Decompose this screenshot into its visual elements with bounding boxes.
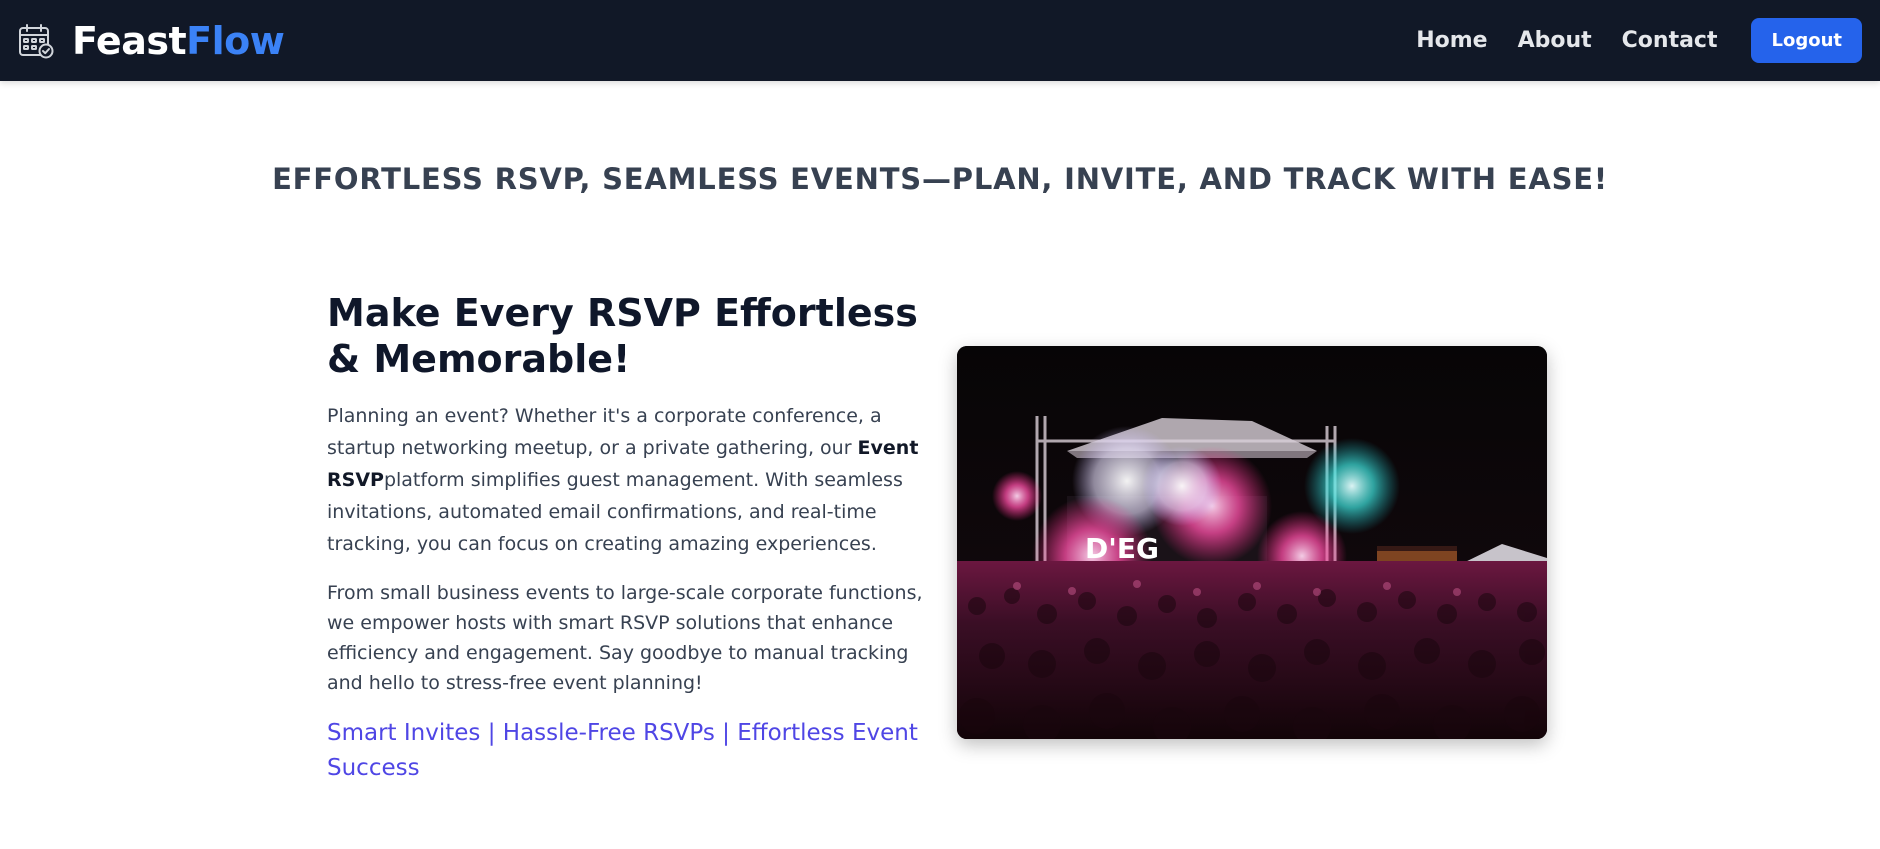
logout-button[interactable]: Logout (1751, 18, 1862, 63)
nav-contact-link[interactable]: Contact (1622, 28, 1718, 53)
secondary-paragraph: From small business events to large-scal… (327, 582, 923, 694)
concert-crowd-image: D'EG (957, 346, 1547, 739)
stage-sign: D'EG (1085, 532, 1159, 565)
intro-text-before: Planning an event? Whether it's a corpor… (327, 405, 882, 459)
calendar-check-icon (18, 23, 54, 59)
nav-home-link[interactable]: Home (1416, 28, 1487, 53)
page-headline: Make Every RSVP Effortless & Memorable! (327, 291, 918, 381)
navbar: FeastFlow Home About Contact Logout (0, 0, 1880, 81)
intro-paragraph: Planning an event? Whether it's a corpor… (327, 400, 927, 560)
brand-name-part1: Feast (72, 18, 187, 63)
feature-highlights: Smart Invites | Hassle-Free RSVPs | Effo… (327, 720, 918, 781)
intro-text-after: platform simplifies guest management. Wi… (327, 469, 903, 555)
brand-name: FeastFlow (72, 18, 285, 63)
brand[interactable]: FeastFlow (18, 0, 285, 81)
brand-name-part2: Flow (186, 18, 285, 63)
nav-about-link[interactable]: About (1518, 28, 1592, 53)
intro-section: Make Every RSVP Effortless & Memorable! … (327, 290, 927, 786)
main-nav: Home About Contact Logout (1416, 0, 1862, 81)
tagline: EFFORTLESS RSVP, SEAMLESS EVENTS—PLAN, I… (272, 162, 1608, 196)
